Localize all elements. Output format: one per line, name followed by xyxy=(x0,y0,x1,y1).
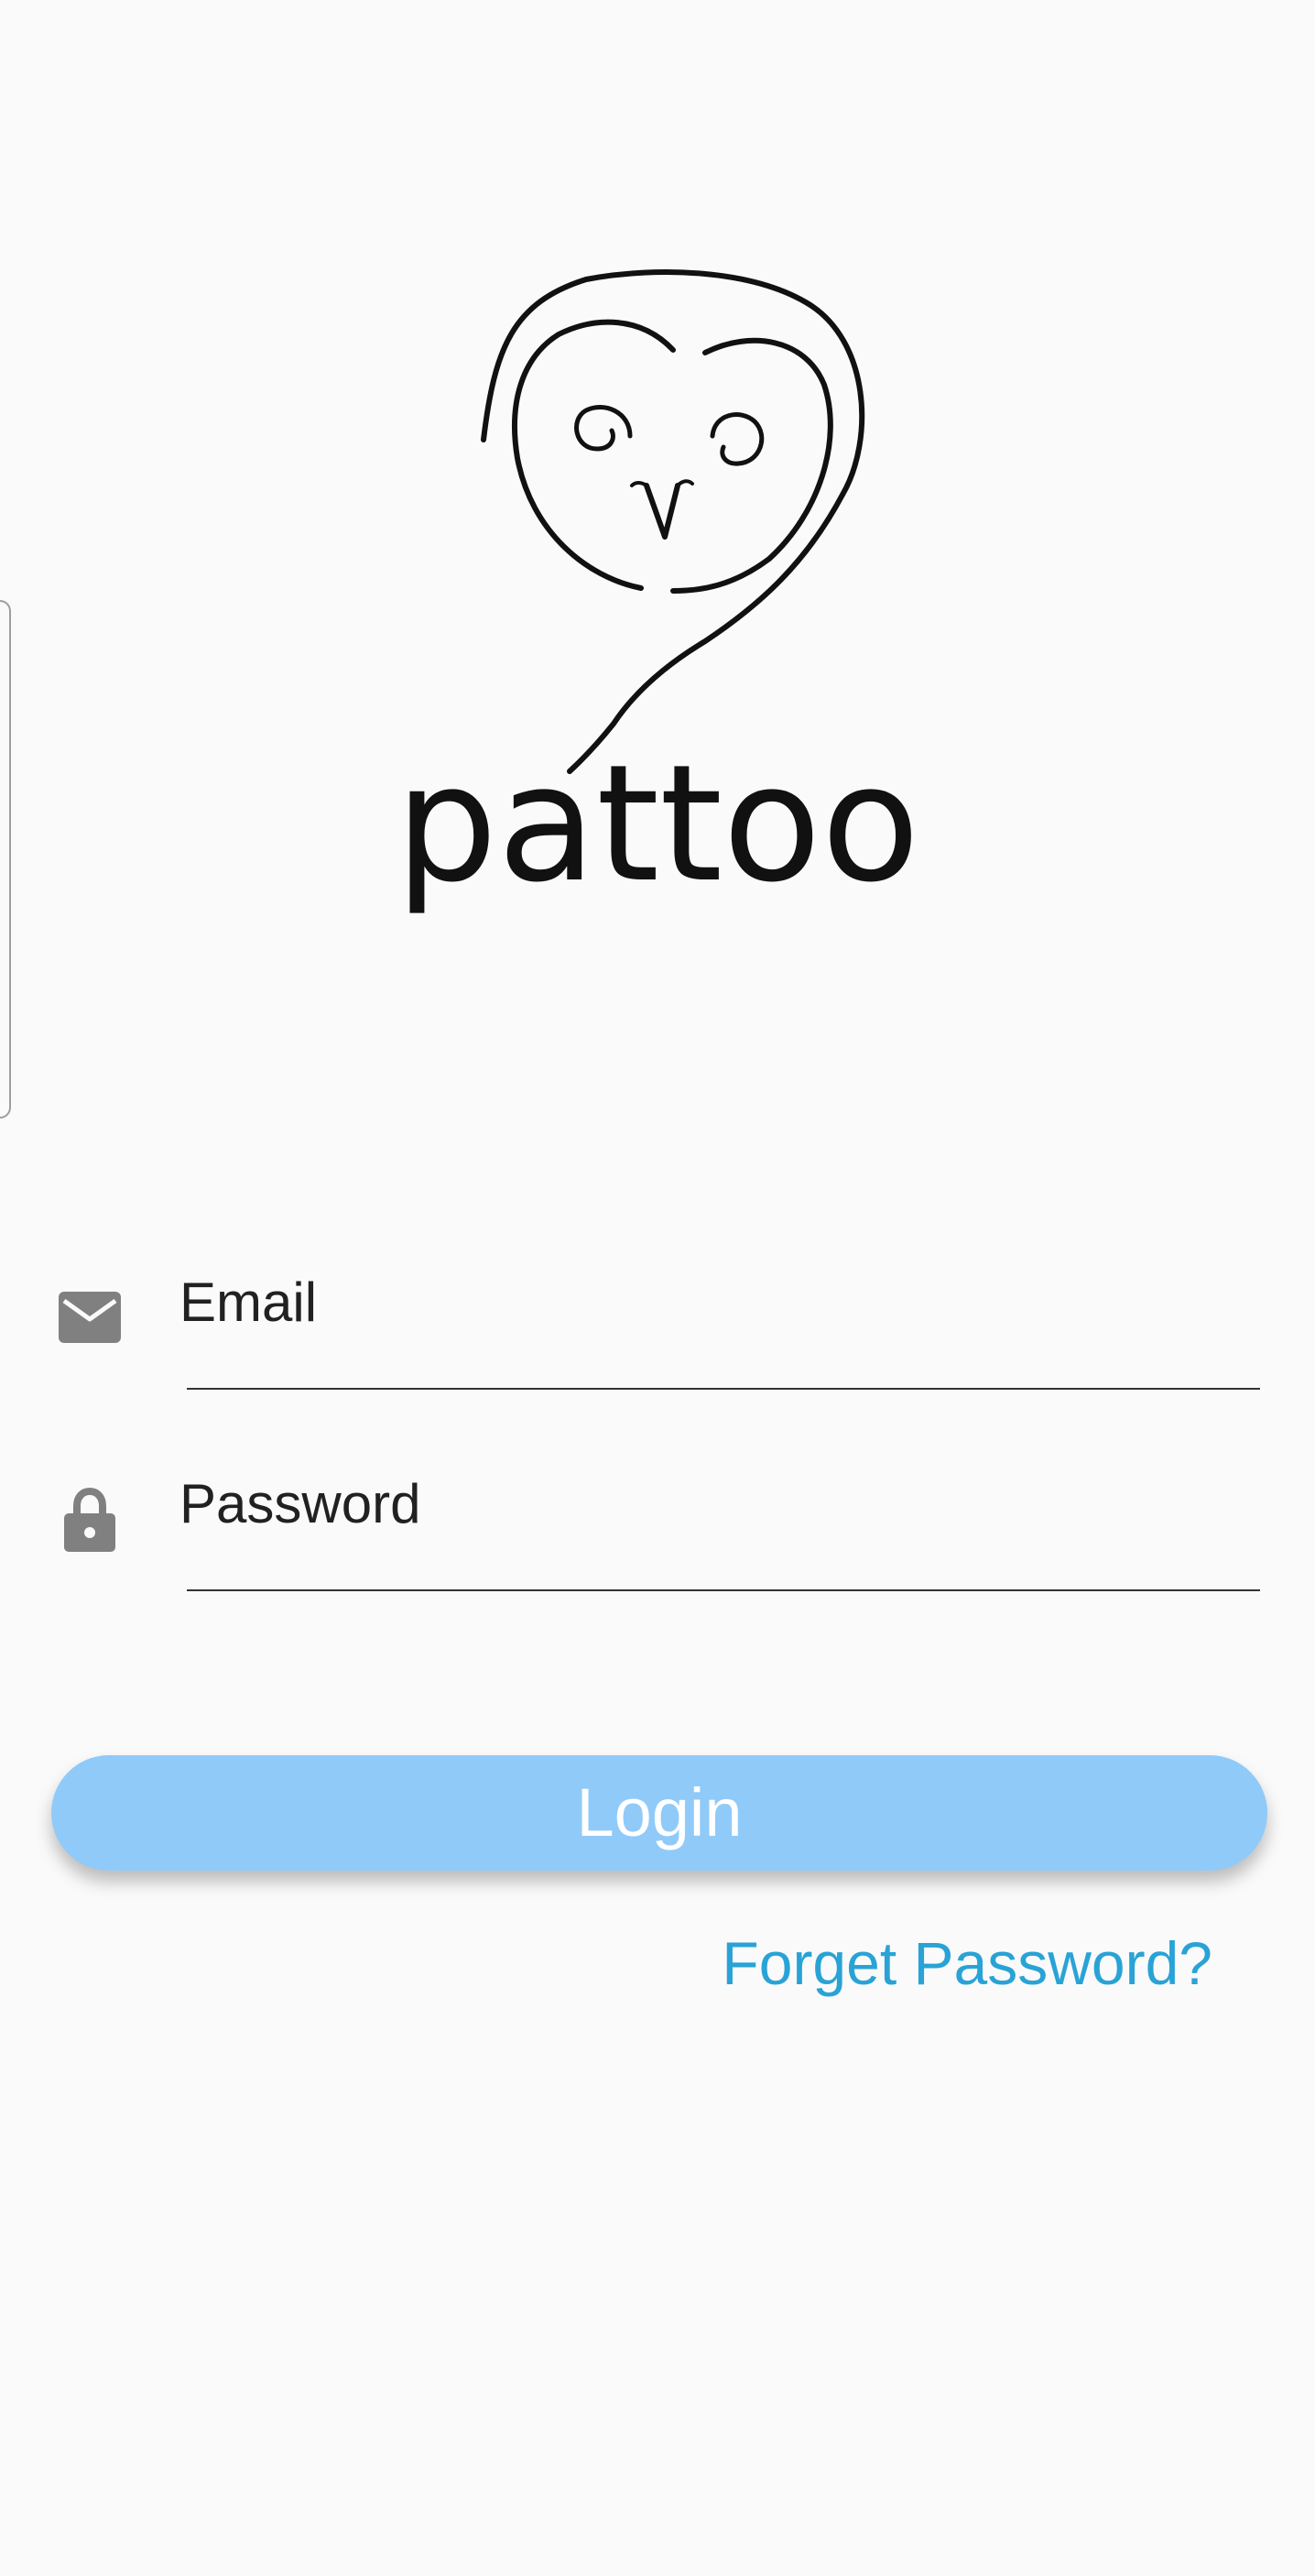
password-field[interactable]: Password xyxy=(0,1420,1315,1591)
email-underline xyxy=(187,1388,1260,1390)
forgot-password-link[interactable]: Forget Password? xyxy=(722,1928,1212,1998)
brand-name: pattoo xyxy=(396,730,920,918)
login-button[interactable]: Login xyxy=(51,1755,1267,1871)
envelope-icon xyxy=(55,1283,125,1352)
pattoo-logo: pattoo xyxy=(0,0,1315,1008)
lock-icon xyxy=(55,1484,125,1554)
owl-logo-icon: pattoo xyxy=(396,269,920,918)
email-field[interactable]: Email xyxy=(0,1218,1315,1390)
password-underline xyxy=(187,1589,1260,1591)
